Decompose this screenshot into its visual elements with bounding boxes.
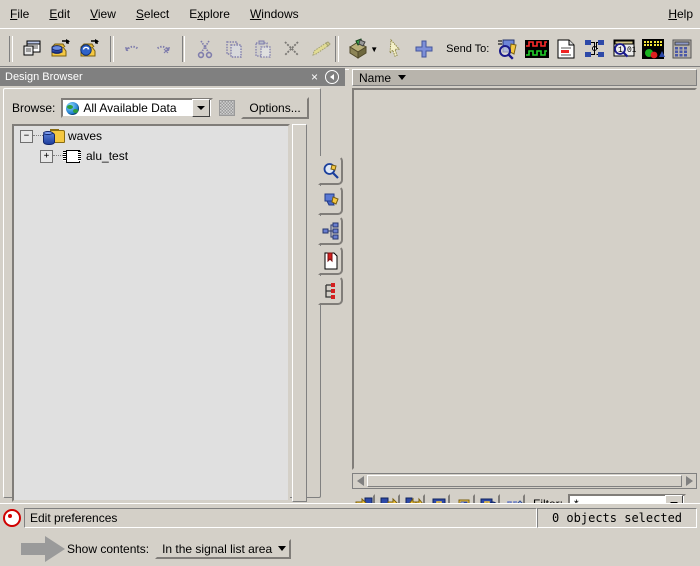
tree-connector bbox=[53, 155, 63, 157]
tree-expander[interactable]: + bbox=[40, 149, 53, 163]
scope-module-icon bbox=[63, 149, 81, 163]
design-browser-panel: Design Browser × Browse: All Available D… bbox=[0, 68, 345, 562]
reload-database-icon[interactable] bbox=[76, 34, 105, 64]
signal-list-horizontal-scrollbar[interactable] bbox=[352, 473, 697, 489]
open-database-icon[interactable] bbox=[47, 34, 76, 64]
toolbar-separator-4 bbox=[335, 36, 340, 62]
show-contents-label: Show contents: bbox=[67, 541, 150, 556]
database-folder-icon bbox=[43, 128, 65, 145]
chevron-down-icon bbox=[278, 546, 287, 551]
sort-descending-icon bbox=[398, 75, 407, 80]
undo-icon[interactable] bbox=[119, 34, 148, 64]
delete-icon[interactable] bbox=[277, 34, 306, 64]
scrollbar-track[interactable] bbox=[367, 475, 682, 487]
design-tree-vertical-scrollbar[interactable] bbox=[292, 124, 307, 502]
column-header-name[interactable]: Name bbox=[352, 69, 697, 86]
svg-text:1: 1 bbox=[618, 46, 623, 55]
design-browser-window: File Edit View Select Explore Windows He… bbox=[0, 0, 700, 562]
hierarchy-icon[interactable] bbox=[318, 216, 343, 245]
browse-row: Browse: All Available Data Options... bbox=[12, 97, 309, 119]
tree-connector bbox=[33, 135, 43, 137]
close-icon[interactable]: × bbox=[311, 71, 318, 83]
svg-text:01: 01 bbox=[627, 46, 636, 55]
design-browser-title-bar: Design Browser × bbox=[0, 68, 345, 86]
send-to-register-icon[interactable]: 01 1 bbox=[609, 34, 638, 64]
browse-selected-value: All Available Data bbox=[83, 101, 177, 115]
paste-icon[interactable] bbox=[248, 34, 277, 64]
arrow-right-icon bbox=[21, 535, 67, 562]
menu-file[interactable]: File bbox=[1, 4, 38, 24]
move-icon[interactable] bbox=[409, 34, 438, 64]
status-message: Edit preferences bbox=[24, 508, 537, 528]
preferences-target-icon[interactable] bbox=[0, 508, 24, 528]
signal-list-panel: Name bbox=[349, 68, 700, 514]
toolbox-dropdown-caret-icon[interactable]: ▼ bbox=[370, 45, 378, 54]
show-contents-row: Show contents: In the signal list area bbox=[7, 530, 325, 566]
send-to-source-icon[interactable] bbox=[551, 34, 580, 64]
menu-windows[interactable]: Windows bbox=[241, 4, 308, 24]
menu-select[interactable]: Select bbox=[127, 4, 178, 24]
toolbar-separator bbox=[8, 36, 13, 62]
menu-help[interactable]: Help bbox=[659, 4, 699, 24]
tree-label: alu_test bbox=[86, 149, 129, 163]
undock-panel-icon[interactable] bbox=[325, 70, 339, 84]
menu-bar: File Edit View Select Explore Windows He… bbox=[0, 0, 700, 28]
column-header-label: Name bbox=[359, 70, 392, 85]
design-tree[interactable]: − waves + alu_test bbox=[12, 124, 290, 502]
highlighter-icon[interactable] bbox=[306, 34, 335, 64]
tree-row-waves[interactable]: − waves bbox=[14, 126, 288, 146]
explore-icon[interactable] bbox=[318, 186, 343, 215]
status-bar: Edit preferences 0 objects selected bbox=[0, 503, 700, 532]
chevron-down-icon[interactable] bbox=[192, 99, 211, 117]
scroll-left-icon[interactable] bbox=[353, 474, 367, 488]
main-toolbar: ▼ Send To: 01 1 bbox=[0, 28, 700, 69]
design-browser-side-toolbar bbox=[318, 156, 345, 306]
menu-view[interactable]: View bbox=[81, 4, 125, 24]
options-button[interactable]: Options... bbox=[241, 97, 309, 119]
toolbox-icon[interactable] bbox=[344, 34, 373, 64]
signal-list-area[interactable] bbox=[352, 88, 697, 470]
tree-row-alu_test[interactable]: + alu_test bbox=[14, 146, 288, 166]
send-to-label: Send To: bbox=[446, 43, 490, 55]
source-code-icon[interactable] bbox=[318, 246, 343, 275]
find-icon[interactable] bbox=[318, 156, 343, 185]
send-to-design-browser-icon[interactable] bbox=[493, 34, 522, 64]
new-window-icon[interactable] bbox=[18, 34, 47, 64]
send-to-waveform-icon[interactable] bbox=[522, 34, 551, 64]
scroll-right-icon[interactable] bbox=[682, 474, 696, 488]
toolbar-separator-3 bbox=[181, 36, 186, 62]
redo-icon[interactable] bbox=[148, 34, 177, 64]
drivers-loads-icon[interactable] bbox=[318, 276, 343, 305]
tree-expander[interactable]: − bbox=[20, 129, 33, 143]
browse-lock-checkbox[interactable] bbox=[219, 100, 236, 116]
globe-icon bbox=[66, 101, 80, 115]
show-contents-selected-value: In the signal list area bbox=[162, 541, 273, 556]
browse-label: Browse: bbox=[12, 101, 56, 115]
send-to-calculator-icon[interactable] bbox=[667, 34, 696, 64]
send-to-schematic-icon[interactable] bbox=[580, 34, 609, 64]
cut-icon[interactable] bbox=[190, 34, 219, 64]
send-to-memory-icon[interactable] bbox=[638, 34, 667, 64]
browse-select[interactable]: All Available Data bbox=[61, 98, 214, 118]
menu-edit[interactable]: Edit bbox=[40, 4, 79, 24]
copy-icon[interactable] bbox=[219, 34, 248, 64]
show-contents-select[interactable]: In the signal list area bbox=[155, 538, 292, 559]
selection-count: 0 objects selected bbox=[537, 508, 697, 528]
menu-explore[interactable]: Explore bbox=[180, 4, 239, 24]
tree-label: waves bbox=[68, 129, 103, 143]
design-browser-title: Design Browser bbox=[5, 71, 83, 83]
pointer-icon[interactable] bbox=[380, 34, 409, 64]
toolbar-separator-2 bbox=[109, 36, 114, 62]
design-browser-body: Browse: All Available Data Options... − bbox=[3, 88, 325, 562]
